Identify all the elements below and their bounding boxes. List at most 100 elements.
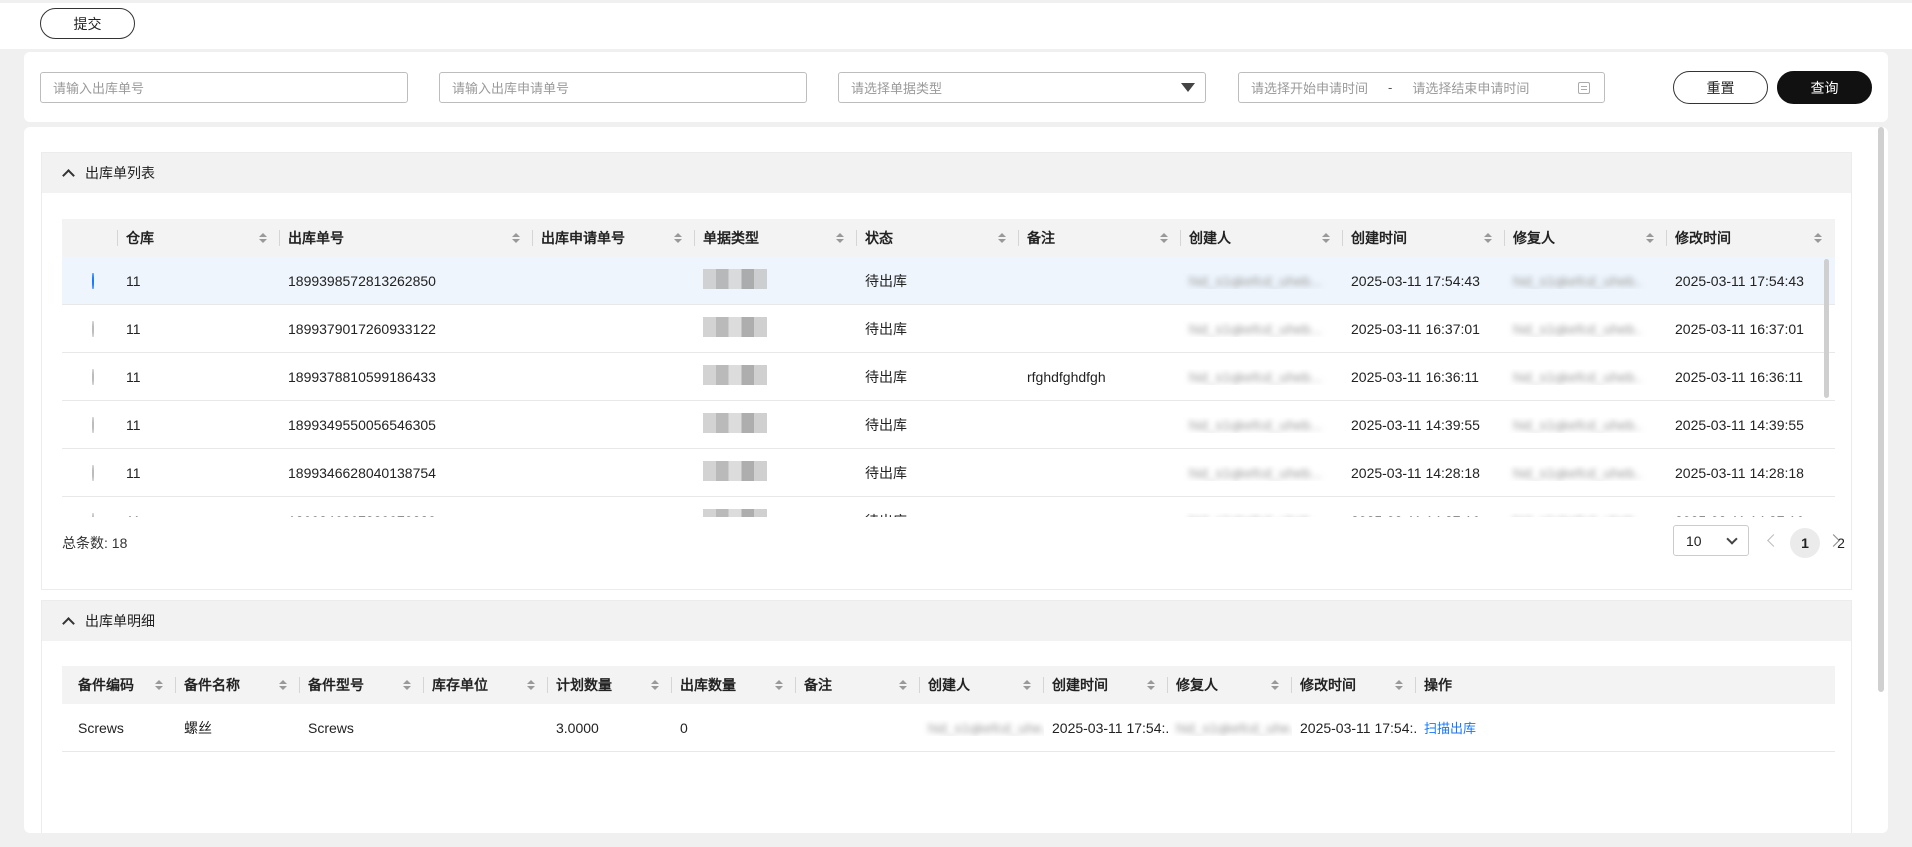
col-header-request-no[interactable]: 出库申请单号 bbox=[533, 219, 695, 257]
col-header-warehouse[interactable]: 仓库 bbox=[118, 219, 280, 257]
col-header-modifier[interactable]: 修复人 bbox=[1505, 219, 1667, 257]
submit-button[interactable]: 提交 bbox=[40, 8, 135, 39]
collapse-chevron-icon[interactable] bbox=[62, 617, 75, 630]
page-size-select[interactable]: 10 bbox=[1673, 525, 1749, 556]
outbound-detail-table: 备件编码 备件名称 备件型号 库存单位 计划数量 出库数量 备注 创建人 创建时间 修复人 修改时间… bbox=[62, 666, 1835, 752]
redacted-doc-type bbox=[703, 269, 767, 289]
main-scrollbar[interactable] bbox=[1878, 127, 1884, 692]
col-header-created[interactable]: 创建时间 bbox=[1044, 666, 1168, 704]
cell-creator: hid_s1qkefcd_uheb... bbox=[1189, 368, 1323, 385]
cell-action[interactable]: 扫描出库 bbox=[1416, 718, 1516, 737]
cell-warehouse: 11 bbox=[126, 464, 141, 481]
select-column-header bbox=[62, 219, 118, 257]
table-row[interactable]: 111899346367339970330 待出库 hid_s1qkefcd_uhe… bbox=[62, 497, 1835, 517]
doc-type-select[interactable]: 请选择单据类型 bbox=[838, 72, 1206, 103]
cell-modified: 2025-03-11 16:36:11 bbox=[1675, 368, 1803, 385]
top-toolbar: 提交 bbox=[0, 3, 1912, 49]
col-header-name[interactable]: 备件名称 bbox=[176, 666, 300, 704]
request-no-input[interactable]: 请输入出库申请单号 bbox=[439, 72, 807, 103]
cell-modified: 2025-03-11 14:28:18 bbox=[1675, 464, 1804, 481]
cell-model: Screws bbox=[308, 719, 354, 736]
cell-warehouse: 11 bbox=[118, 513, 280, 518]
cell-status: 待出库 bbox=[857, 511, 1019, 518]
redacted-doc-type bbox=[703, 509, 767, 517]
query-button[interactable]: 查询 bbox=[1777, 71, 1872, 104]
cell-modified: 2025-03-11 14:39:55 bbox=[1675, 416, 1804, 433]
end-time-input[interactable]: 请选择结束申请时间 bbox=[1412, 78, 1529, 97]
table-row[interactable]: Screws 螺丝 Screws 3.0000 0 hid_s1qkefcd_uhe...… bbox=[62, 704, 1835, 752]
col-header-creator[interactable]: 创建人 bbox=[1181, 219, 1343, 257]
row-radio[interactable] bbox=[92, 368, 94, 385]
col-header-model[interactable]: 备件型号 bbox=[300, 666, 424, 704]
sort-icon bbox=[836, 233, 845, 244]
col-header-status[interactable]: 状态 bbox=[857, 219, 1019, 257]
table-row[interactable]: 11 1899379017260933122 待出库 hid_s1qkefcd_uhe… bbox=[62, 305, 1835, 353]
cell-doc-type bbox=[695, 413, 857, 436]
col-header-code[interactable]: 备件编码 bbox=[62, 666, 176, 704]
sort-icon bbox=[1484, 233, 1493, 244]
outbound-detail-header[interactable]: 出库单明细 bbox=[42, 601, 1851, 641]
col-header-creator[interactable]: 创建人 bbox=[920, 666, 1044, 704]
total-count: 总条数: 18 bbox=[62, 535, 128, 551]
col-header-modifier[interactable]: 修复人 bbox=[1168, 666, 1292, 704]
outbound-list-table: 仓库 出库单号 出库申请单号 单据类型 状态 备注 创建人 创建时间 修复人 修… bbox=[62, 219, 1835, 517]
outbound-no-input[interactable]: 请输入出库单号 bbox=[40, 72, 408, 103]
col-header-remark[interactable]: 备注 bbox=[796, 666, 920, 704]
filter-bar: 请输入出库单号 请输入出库申请单号 请选择单据类型 请选择开始申请时间 - 请选… bbox=[24, 52, 1888, 122]
cell-created: 2025-03-11 16:37:01 bbox=[1351, 320, 1480, 337]
list-scrollbar[interactable] bbox=[1824, 259, 1829, 398]
table-row[interactable]: 11 1899378810599186433 待出库 rfghdfghdfgh hid_… bbox=[62, 353, 1835, 401]
col-header-outbound-no[interactable]: 出库单号 bbox=[280, 219, 533, 257]
sort-icon bbox=[1160, 233, 1169, 244]
prev-page-icon[interactable] bbox=[1767, 534, 1780, 547]
date-range-picker[interactable]: 请选择开始申请时间 - 请选择结束申请时间 bbox=[1238, 72, 1605, 103]
row-radio[interactable] bbox=[92, 272, 94, 289]
col-header-modified[interactable]: 修改时间 bbox=[1667, 219, 1835, 257]
table-row[interactable]: 11 1899349550056546305 待出库 hid_s1qkefcd_uhe… bbox=[62, 401, 1835, 449]
outbound-list-header[interactable]: 出库单列表 bbox=[42, 153, 1851, 193]
sort-icon bbox=[651, 680, 660, 691]
col-header-plan-qty[interactable]: 计划数量 bbox=[548, 666, 672, 704]
cell-code: Screws bbox=[78, 719, 124, 736]
col-header-modified[interactable]: 修改时间 bbox=[1292, 666, 1416, 704]
page-1-button[interactable]: 1 bbox=[1790, 528, 1820, 558]
row-radio[interactable] bbox=[92, 512, 94, 517]
pagination: 总条数: 18 10 1 2 bbox=[62, 525, 1845, 558]
cell-out-qty: 0 bbox=[680, 719, 688, 736]
cell-modifier: hid_s1qkefcd_uheb.. bbox=[1513, 464, 1643, 481]
row-radio[interactable] bbox=[92, 320, 94, 337]
scan-outbound-link[interactable]: 扫描出库 bbox=[1424, 721, 1476, 736]
outbound-list-section: 出库单列表 仓库 出库单号 出库申请单号 单据类型 状态 备注 创建人 创建时间… bbox=[41, 152, 1852, 590]
chevron-down-icon bbox=[1726, 533, 1738, 545]
redacted-doc-type bbox=[703, 317, 767, 337]
cell-warehouse: 11 bbox=[126, 272, 141, 289]
sort-icon bbox=[1814, 233, 1823, 244]
cell-outbound-no: 1899349550056546305 bbox=[288, 416, 436, 433]
page-size-value: 10 bbox=[1686, 532, 1702, 549]
table-row[interactable]: 11 1899398572813262850 待出库 hid_s1qkefcd_uhe… bbox=[62, 257, 1835, 305]
col-header-remark[interactable]: 备注 bbox=[1019, 219, 1181, 257]
col-header-unit[interactable]: 库存单位 bbox=[424, 666, 548, 704]
dropdown-caret-icon bbox=[1181, 83, 1195, 92]
cell-status: 待出库 bbox=[865, 416, 907, 433]
calendar-icon[interactable] bbox=[1578, 82, 1590, 94]
col-header-out-qty[interactable]: 出库数量 bbox=[672, 666, 796, 704]
cell-created: 2025-03-11 17:54:... bbox=[1052, 719, 1168, 736]
cell-modified: 2025-03-11 14:27:16 bbox=[1667, 513, 1835, 518]
cell-modifier: hid_s1qkefcd_uheb.. bbox=[1513, 416, 1643, 433]
cell-outbound-no: 1899398572813262850 bbox=[288, 272, 436, 289]
col-header-doc-type[interactable]: 单据类型 bbox=[695, 219, 857, 257]
cell-status: 待出库 bbox=[865, 320, 907, 337]
table-row[interactable]: 11 1899346628040138754 待出库 hid_s1qkefcd_uhe… bbox=[62, 449, 1835, 497]
col-header-created[interactable]: 创建时间 bbox=[1343, 219, 1505, 257]
outbound-detail-table-header: 备件编码 备件名称 备件型号 库存单位 计划数量 出库数量 备注 创建人 创建时间 修复人 修改时间… bbox=[62, 666, 1835, 704]
cell-created: 2025-03-11 14:28:18 bbox=[1351, 464, 1480, 481]
sort-icon bbox=[899, 680, 908, 691]
row-radio[interactable] bbox=[92, 416, 94, 433]
outbound-detail-title: 出库单明细 bbox=[85, 613, 155, 629]
row-radio[interactable] bbox=[92, 464, 94, 481]
reset-button[interactable]: 重置 bbox=[1673, 71, 1768, 104]
collapse-chevron-icon[interactable] bbox=[62, 169, 75, 182]
start-time-input[interactable]: 请选择开始申请时间 bbox=[1251, 78, 1368, 97]
sort-icon bbox=[1147, 680, 1156, 691]
